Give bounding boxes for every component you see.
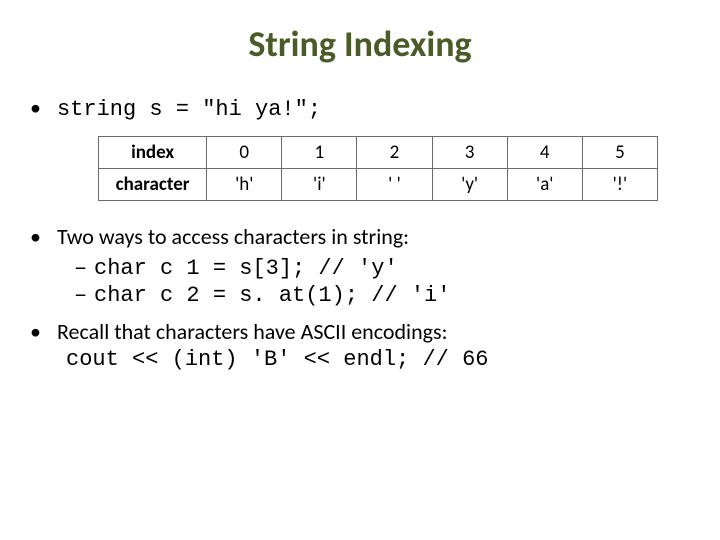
col-4: 4 (507, 137, 582, 169)
sub-list: char c 1 = s[3]; // 'y' char c 2 = s. at… (34, 256, 692, 308)
char-4: 'a' (507, 169, 582, 201)
sub-bracket: char c 1 = s[3]; // 'y' (74, 256, 692, 281)
page-title: String Indexing (28, 22, 692, 66)
bullet-access-text: Two ways to access characters in string: (57, 223, 409, 250)
col-2: 2 (357, 137, 432, 169)
char-5: '!' (582, 169, 657, 201)
bullet-list: string s = "hi ya!"; (28, 94, 692, 122)
char-1: 'i' (282, 169, 357, 201)
code-at: char c 2 = s. at(1); // 'i' (94, 283, 450, 308)
bullet-access: Two ways to access characters in string:… (34, 223, 692, 308)
bullet-ascii: Recall that characters have ASCII encodi… (34, 318, 692, 372)
char-3: 'y' (432, 169, 507, 201)
bullet-list-2: Two ways to access characters in string:… (28, 223, 692, 372)
col-0: 0 (207, 137, 282, 169)
code-bracket: char c 1 = s[3]; // 'y' (94, 256, 398, 281)
table-row: index 0 1 2 3 4 5 (99, 137, 658, 169)
col-3: 3 (432, 137, 507, 169)
col-1: 1 (282, 137, 357, 169)
char-0: 'h' (207, 169, 282, 201)
table-row: character 'h' 'i' ' ' 'y' 'a' '!' (99, 169, 658, 201)
sub-at: char c 2 = s. at(1); // 'i' (74, 283, 692, 308)
index-table: index 0 1 2 3 4 5 character 'h' 'i' ' ' … (98, 136, 658, 201)
bullet-ascii-text: Recall that characters have ASCII encodi… (57, 318, 448, 345)
col-5: 5 (582, 137, 657, 169)
row-label-char: character (99, 169, 207, 201)
row-label-index: index (99, 137, 207, 169)
code-cout: cout << (int) 'B' << endl; // 66 (66, 347, 692, 372)
char-2: ' ' (357, 169, 432, 201)
bullet-string-decl: string s = "hi ya!"; (34, 94, 692, 122)
code-decl: string s = "hi ya!"; (57, 97, 321, 122)
